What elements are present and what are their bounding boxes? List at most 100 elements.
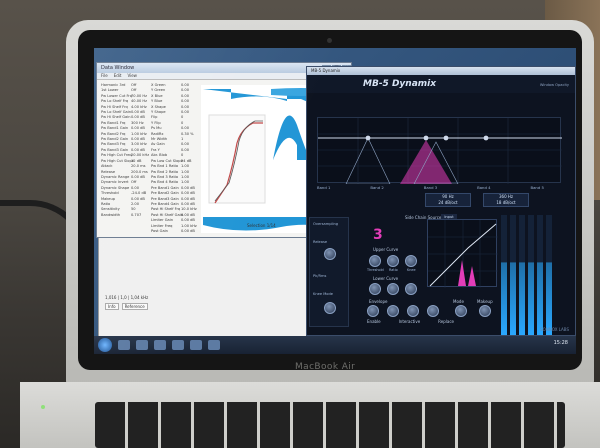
- band-label-4[interactable]: Band 4: [477, 185, 490, 190]
- upper-ratio-knob[interactable]: [387, 255, 399, 267]
- enable-toggle[interactable]: Enable: [367, 319, 381, 324]
- selection-label: Selection 1/14: [247, 223, 276, 228]
- band-handle-1[interactable]: [365, 135, 371, 141]
- parameter-cell: Post Gain: [151, 228, 168, 233]
- parameter-cell: 0.00 dB: [181, 228, 195, 233]
- output-meters: [501, 215, 571, 335]
- meter-4: [528, 215, 534, 335]
- power-led: [41, 405, 45, 409]
- crossover-low[interactable]: 90 Hz 24 dB/oct: [425, 193, 471, 207]
- selected-band-number: 3: [373, 227, 383, 243]
- left-label-pkrms: Pk/Rms: [313, 274, 327, 278]
- taskbar-app-icon-6[interactable]: [208, 340, 220, 350]
- window-opacity-label: Window Opacity: [539, 83, 569, 87]
- compression-curve-graphics: [428, 220, 498, 288]
- parameter-cell: Bandwidth: [101, 212, 121, 217]
- compression-curve[interactable]: [427, 219, 498, 288]
- band-handle-3[interactable]: [483, 135, 489, 141]
- meter-1: [501, 215, 507, 335]
- taskbar-app-icon-5[interactable]: [190, 340, 202, 350]
- crossover-high-slope: 18 dB/oct: [496, 200, 516, 205]
- laptop-brand: MacBook Air: [295, 362, 356, 372]
- plugin-logo: MB-5 Dynamix: [363, 79, 437, 89]
- hold-knob[interactable]: [387, 305, 399, 317]
- band-shape-1: [345, 137, 391, 185]
- parameter-cell: 10.0 kHz: [181, 207, 197, 212]
- band-label-2[interactable]: Band 2: [370, 185, 383, 190]
- compression-markers: [458, 260, 476, 286]
- mode-label: Mode: [453, 299, 464, 304]
- replace-toggle[interactable]: Replace: [438, 319, 454, 324]
- parameter-values-col1: Off Off 70.00 Hz 40.00 Hz 4.00 kHz 0.00 dB 0.0…: [131, 83, 149, 218]
- attack-knob[interactable]: [367, 305, 379, 317]
- taskbar-app-icon-1[interactable]: [118, 340, 130, 350]
- webcam: [327, 38, 332, 43]
- left-label-oversampling: Oversampling: [313, 222, 339, 226]
- taskbar-clock: 15:28: [553, 340, 568, 346]
- plugin-window-titlebar[interactable]: MB-5 Dynamix: [307, 67, 575, 75]
- left-control-panel: Oversampling Release Pk/Rms Knee Mode: [309, 217, 349, 327]
- meter-2: [510, 215, 516, 335]
- band-labels: Band 1 Band 2 Band 3 Band 4 Band 5: [317, 185, 544, 190]
- release-knob[interactable]: [324, 248, 336, 260]
- upper-curve-label: Upper Curve: [373, 247, 399, 252]
- parameter-cell: 0.707: [131, 212, 142, 217]
- upper-threshold-label: Threshold: [367, 268, 384, 272]
- taskbar-app-icon-4[interactable]: [172, 340, 184, 350]
- plugin-brand: SONNOX LABS: [540, 327, 569, 332]
- menu-view[interactable]: View: [127, 73, 137, 79]
- crossover-high-freq: 360 Hz: [498, 194, 513, 199]
- left-label-knee-mode: Knee Mode: [313, 292, 333, 296]
- band-label-5[interactable]: Band 5: [531, 185, 544, 190]
- band-display[interactable]: [317, 117, 562, 185]
- plugin-header: MB-5 Dynamix Window Opacity: [307, 75, 575, 93]
- parameter-cell: 20.00 kHz: [131, 153, 150, 158]
- knee-mode-knob[interactable]: [324, 302, 336, 314]
- parameter-cell: 40.00 Hz: [131, 99, 148, 104]
- taskbar-app-icon-3[interactable]: [154, 340, 166, 350]
- band-handle-2[interactable]: [423, 135, 429, 141]
- meter-6: [546, 215, 552, 335]
- makeup-label: Makeup: [477, 299, 493, 304]
- parameter-cell: Post Hi Shelf Frq: [151, 207, 181, 212]
- upper-threshold-knob[interactable]: [369, 255, 381, 267]
- screen: Info Reference 1,016 | 1,0 | 1,04 kHz Da…: [94, 48, 576, 354]
- plugin-window[interactable]: MB-5 Dynamix MB-5 Dynamix Window Opacity: [306, 66, 576, 336]
- sag-knob[interactable]: [427, 305, 439, 317]
- lower-curve-label: Lower Curve: [373, 276, 399, 281]
- tab-reference[interactable]: Reference: [121, 303, 148, 310]
- keyboard: [95, 402, 565, 448]
- upper-knee-label: Knee: [407, 268, 416, 272]
- taskbar-app-icon-2[interactable]: [136, 340, 148, 350]
- data-window-title: Data Window: [101, 65, 135, 71]
- parameter-cell: Pw High Cut Freq: [101, 153, 132, 158]
- makeup-knob[interactable]: [479, 305, 491, 317]
- band-label-3[interactable]: Band 3: [424, 185, 437, 190]
- tab-info[interactable]: Info: [105, 303, 119, 310]
- crossover-low-slope: 24 dB/oct: [438, 200, 458, 205]
- band-display-graphics: [318, 118, 562, 185]
- transfer-grid: [208, 114, 266, 204]
- menu-edit[interactable]: Edit: [114, 73, 122, 79]
- lower-knee-knob[interactable]: [405, 283, 417, 295]
- taskbar: 15:28: [94, 336, 576, 354]
- parameter-values-col2: 0.00 0.00 0.00 0.00 0.00 0.00 0 0 0.00 0.30 % 1 0.0…: [181, 83, 197, 234]
- start-button[interactable]: [98, 338, 112, 352]
- parameter-names-col1: Harmonic 3rd 1st Lower Pw Lower Cut Frq Pw …: [101, 83, 134, 218]
- meter-5: [537, 215, 543, 335]
- crossover-high[interactable]: 360 Hz 18 dB/oct: [483, 193, 529, 207]
- lower-threshold-knob[interactable]: [369, 283, 381, 295]
- bg-app-tabs: Info Reference: [105, 303, 148, 310]
- crossover-frequencies: 90 Hz 24 dB/oct 360 Hz 18 dB/oct: [425, 193, 529, 207]
- mode-knob[interactable]: [455, 305, 467, 317]
- upper-knee-knob[interactable]: [405, 255, 417, 267]
- band-label-1[interactable]: Band 1: [317, 185, 330, 190]
- parameter-cell: 0.00 dB: [181, 218, 195, 223]
- lower-ratio-knob[interactable]: [387, 283, 399, 295]
- release-envelope-knob[interactable]: [407, 305, 419, 317]
- plugin-footer: Enable Interactive Replace: [367, 319, 454, 324]
- band-handle-4[interactable]: [443, 135, 449, 141]
- menu-file[interactable]: File: [101, 73, 108, 79]
- interactive-toggle[interactable]: Interactive: [399, 319, 421, 324]
- crossover-low-freq: 90 Hz: [442, 194, 454, 199]
